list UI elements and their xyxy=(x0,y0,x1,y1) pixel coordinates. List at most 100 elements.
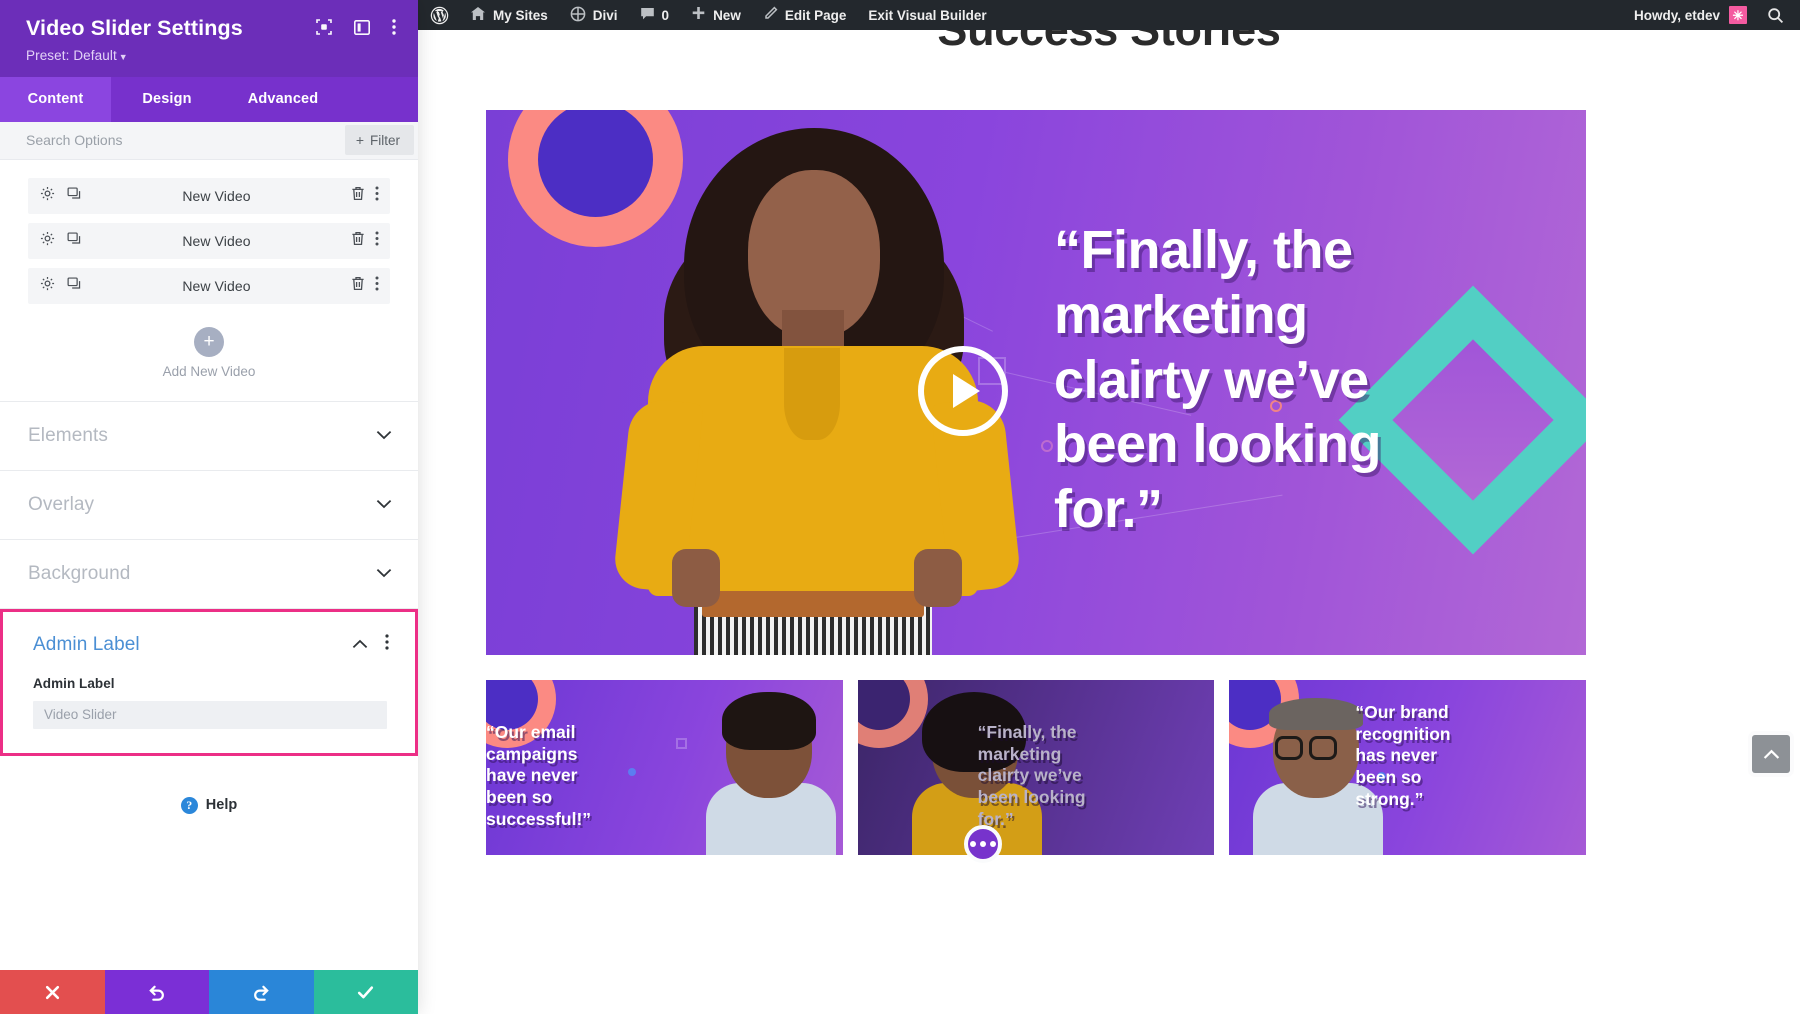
section-elements[interactable]: Elements xyxy=(0,402,418,471)
admin-bar-comment-count: 0 xyxy=(661,7,670,23)
table-row[interactable]: New Video xyxy=(28,267,390,304)
trash-icon[interactable] xyxy=(351,186,365,206)
add-new-video-button[interactable]: + xyxy=(194,326,224,357)
section-admin-label[interactable]: Admin Label xyxy=(3,612,415,676)
panel-body: New Video New Video New Video + Add New … xyxy=(0,159,418,970)
admin-bar-exit-visual-builder[interactable]: Exit Visual Builder xyxy=(857,0,997,30)
gear-icon[interactable] xyxy=(40,276,55,296)
video-slider-hero[interactable]: “Finally, the marketing clairty we’ve be… xyxy=(486,110,1586,655)
table-row[interactable]: New Video xyxy=(28,222,390,259)
cancel-button[interactable] xyxy=(0,970,105,1014)
duplicate-icon[interactable] xyxy=(67,231,82,251)
add-new-video-label[interactable]: Add New Video xyxy=(0,364,418,379)
save-button[interactable] xyxy=(313,970,418,1014)
admin-bar-my-sites-label: My Sites xyxy=(493,7,548,23)
tab-content[interactable]: Content xyxy=(0,76,111,122)
chevron-up-icon xyxy=(1763,749,1779,759)
wordpress-logo-icon[interactable] xyxy=(418,0,459,30)
sites-icon xyxy=(470,6,486,24)
section-overlay[interactable]: Overlay xyxy=(0,471,418,540)
admin-bar-comments[interactable]: 0 xyxy=(629,0,681,30)
vertical-dots-icon[interactable] xyxy=(375,186,379,206)
video-name: New Video xyxy=(182,232,251,249)
section-overlay-label: Overlay xyxy=(28,493,95,515)
admin-bar-new-label: New xyxy=(713,7,741,23)
search-icon[interactable] xyxy=(1759,7,1800,24)
module-settings-panel: Video Slider Settings Preset: Default ▼ … xyxy=(0,0,418,1014)
admin-bar-my-sites[interactable]: My Sites xyxy=(459,0,559,30)
redo-button[interactable] xyxy=(209,970,314,1014)
undo-button[interactable] xyxy=(104,970,209,1014)
plus-icon xyxy=(691,6,706,24)
preset-selector[interactable]: Preset: Default ▼ xyxy=(26,48,396,63)
video-list: New Video New Video New Video xyxy=(0,160,418,304)
search-options-bar: + Filter xyxy=(0,121,418,160)
panel-header: Video Slider Settings Preset: Default ▼ xyxy=(0,0,418,77)
admin-label-field-label: Admin Label xyxy=(33,675,115,691)
dot-icon xyxy=(990,841,996,847)
thumbnail-quote-1: “Our email campaigns have never been so … xyxy=(486,722,592,829)
layout-split-icon[interactable] xyxy=(354,19,370,40)
hero-quote-text: “Finally, the marketing clairty we’ve be… xyxy=(1054,220,1382,540)
page-heading: Success Stories xyxy=(418,30,1800,56)
vertical-dots-icon[interactable] xyxy=(375,231,379,251)
more-options-button[interactable] xyxy=(964,825,1002,863)
duplicate-icon[interactable] xyxy=(67,186,82,206)
section-background[interactable]: Background xyxy=(0,540,418,609)
vertical-dots-icon[interactable] xyxy=(375,276,379,296)
decorative-circle xyxy=(1041,440,1053,452)
filter-button[interactable]: + Filter xyxy=(344,125,414,156)
plus-icon: + xyxy=(355,132,364,149)
chevron-down-icon xyxy=(376,427,392,445)
search-input[interactable] xyxy=(26,132,345,149)
admin-bar-divi-label: Divi xyxy=(592,7,618,23)
question-mark-icon: ? xyxy=(180,796,198,814)
trash-icon[interactable] xyxy=(351,231,365,251)
admin-label-input[interactable] xyxy=(33,700,387,729)
howdy-label: Howdy, etdev xyxy=(1633,7,1720,23)
avatar: ✳ xyxy=(1729,6,1747,24)
help-button[interactable]: ? Help xyxy=(180,796,238,814)
admin-label-field-group: Admin Label xyxy=(3,676,415,753)
vertical-dots-icon[interactable] xyxy=(392,19,396,40)
chevron-down-icon xyxy=(376,565,392,583)
tab-advanced[interactable]: Advanced xyxy=(223,77,343,122)
glasses-icon xyxy=(1275,736,1304,760)
table-row[interactable]: New Video xyxy=(28,177,390,214)
chevron-up-icon[interactable] xyxy=(352,636,368,654)
play-button[interactable] xyxy=(918,346,1008,436)
admin-bar-howdy[interactable]: Howdy, etdev ✳ xyxy=(1624,6,1759,24)
chevron-down-icon xyxy=(376,496,392,514)
caret-down-icon: ▼ xyxy=(118,51,128,62)
play-icon xyxy=(953,374,980,408)
decorative-dot xyxy=(628,768,636,776)
divi-icon xyxy=(570,6,586,25)
thumbnail-slide-3[interactable]: “Our brand recognition has never been so… xyxy=(1229,680,1587,855)
settings-tabs: Content Design Advanced xyxy=(0,76,418,122)
help-area: ? Help xyxy=(0,756,418,814)
tab-design[interactable]: Design xyxy=(111,77,223,122)
thumbnail-quote-2: “Finally, the marketing clairty we’ve be… xyxy=(977,722,1086,829)
gear-icon[interactable] xyxy=(40,231,55,251)
admin-bar-edit-page[interactable]: Edit Page xyxy=(752,0,858,30)
thumbnail-slide-2[interactable]: “Finally, the marketing clairty we’ve be… xyxy=(857,680,1215,855)
duplicate-icon[interactable] xyxy=(67,276,82,296)
panel-action-bar xyxy=(0,970,418,1014)
gear-icon[interactable] xyxy=(40,186,55,206)
focus-target-icon[interactable] xyxy=(316,19,332,40)
visual-builder-canvas: Success Stories xyxy=(418,30,1800,1014)
thumbnail-slide-1[interactable]: “Our email campaigns have never been so … xyxy=(486,680,843,855)
admin-bar-divi[interactable]: Divi xyxy=(559,0,629,30)
slider-thumbnails: “Our email campaigns have never been so … xyxy=(486,680,1587,855)
section-background-label: Background xyxy=(28,562,131,584)
filter-button-label: Filter xyxy=(370,132,400,148)
trash-icon[interactable] xyxy=(351,276,365,296)
add-new-video-area: + Add New Video xyxy=(0,313,418,402)
vertical-dots-icon[interactable] xyxy=(385,634,389,655)
scroll-to-top-button[interactable] xyxy=(1752,735,1790,773)
decorative-square xyxy=(676,738,687,749)
thumbnail-quote-3: “Our brand recognition has never been so… xyxy=(1355,702,1451,809)
admin-bar-new[interactable]: New xyxy=(680,0,752,30)
wordpress-admin-bar: My Sites Divi 0 New Edit Page Exit Visua… xyxy=(418,0,1800,30)
help-label: Help xyxy=(205,797,238,814)
